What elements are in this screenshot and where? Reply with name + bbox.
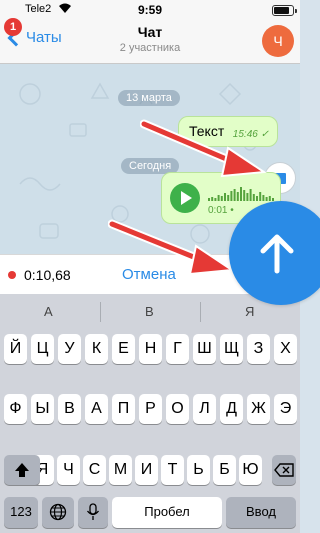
- key-7[interactable]: О: [166, 394, 189, 424]
- recording-timer: 0:10,68: [24, 267, 71, 283]
- shift-icon: [15, 463, 29, 477]
- key-3[interactable]: С: [83, 455, 106, 485]
- keyboard: А В Я ЙЦУКЕНГШЩЗХ ФЫВАПРОЛДЖЭ ЯЧСМИТЬБЮ …: [0, 294, 300, 533]
- arrow-up-icon: [260, 234, 294, 274]
- dictation-key[interactable]: [78, 497, 108, 528]
- key-5[interactable]: Е: [112, 334, 135, 364]
- shift-key[interactable]: [4, 455, 40, 485]
- key-5[interactable]: И: [135, 455, 158, 485]
- key-11[interactable]: Э: [274, 394, 297, 424]
- waveform-bar: [256, 196, 258, 201]
- chat-subtitle: 2 участника: [119, 42, 181, 54]
- globe-icon: [49, 503, 67, 521]
- key-1[interactable]: Ф: [4, 394, 27, 424]
- space-key[interactable]: Пробел: [112, 497, 222, 528]
- backspace-key[interactable]: [272, 455, 296, 485]
- unplayed-dot: •: [230, 205, 234, 216]
- unread-badge: 1: [4, 18, 22, 36]
- key-11[interactable]: Х: [274, 334, 297, 364]
- waveform-bar: [240, 187, 242, 201]
- key-10[interactable]: Ж: [247, 394, 270, 424]
- divider: [100, 302, 101, 322]
- key-2[interactable]: Ы: [31, 394, 54, 424]
- key-4[interactable]: А: [85, 394, 108, 424]
- waveform-bar: [220, 196, 223, 201]
- key-9[interactable]: Щ: [220, 334, 243, 364]
- key-9[interactable]: Д: [220, 394, 243, 424]
- waveform-bar: [268, 196, 271, 201]
- key-7[interactable]: Г: [166, 334, 189, 364]
- key-7[interactable]: Ь: [187, 455, 210, 485]
- key-5[interactable]: П: [112, 394, 135, 424]
- key-2[interactable]: Ч: [57, 455, 80, 485]
- key-10[interactable]: З: [247, 334, 270, 364]
- waveform-bar: [252, 194, 255, 201]
- waveform: [208, 187, 274, 201]
- waveform-bar: [230, 191, 233, 201]
- waveform-bar: [208, 198, 210, 201]
- key-4[interactable]: К: [85, 334, 108, 364]
- key-9[interactable]: Ю: [239, 455, 262, 485]
- avatar[interactable]: Ч: [262, 25, 294, 57]
- key-6[interactable]: Р: [139, 394, 162, 424]
- waveform-bar: [233, 189, 236, 201]
- divider: [200, 302, 201, 322]
- suggestion-bar: А В Я: [0, 294, 300, 330]
- waveform-bar: [227, 195, 230, 201]
- recording-indicator-icon: [8, 271, 16, 279]
- waveform-bar: [246, 193, 249, 201]
- voice-duration: 0:01 •: [208, 205, 234, 216]
- globe-key[interactable]: [42, 497, 74, 528]
- waveform-bar: [259, 192, 262, 201]
- microphone-icon: [86, 503, 100, 520]
- clock: 9:59: [137, 3, 163, 17]
- annotation-arrow-stop: [140, 119, 267, 178]
- date-separator: 13 марта: [118, 90, 180, 106]
- waveform-bar: [224, 193, 226, 201]
- key-3[interactable]: В: [58, 394, 81, 424]
- chat-title[interactable]: Чат: [0, 24, 300, 40]
- key-8[interactable]: Б: [213, 455, 236, 485]
- suggestion-2[interactable]: В: [145, 304, 154, 319]
- key-2[interactable]: Ц: [31, 334, 54, 364]
- key-8[interactable]: Ш: [193, 334, 216, 364]
- suggestion-1[interactable]: А: [44, 304, 53, 319]
- key-4[interactable]: М: [109, 455, 132, 485]
- waveform-bar: [217, 195, 220, 201]
- waveform-bar: [265, 197, 268, 201]
- annotation-arrow-send: [108, 219, 235, 276]
- play-button[interactable]: [170, 183, 200, 213]
- waveform-bar: [214, 198, 217, 201]
- waveform-bar: [262, 195, 265, 201]
- battery-level: [274, 7, 290, 14]
- key-6[interactable]: Т: [161, 455, 184, 485]
- battery-icon: [272, 5, 297, 16]
- key-6[interactable]: Н: [139, 334, 162, 364]
- key-3[interactable]: У: [58, 334, 81, 364]
- numbers-key[interactable]: 123: [4, 497, 38, 528]
- chat-header: Чаты 1 Чат 2 участника Ч: [0, 18, 300, 64]
- key-1[interactable]: Й: [4, 334, 27, 364]
- backspace-icon: [274, 463, 294, 477]
- enter-key[interactable]: Ввод: [226, 497, 296, 528]
- key-8[interactable]: Л: [193, 394, 216, 424]
- waveform-bar: [211, 197, 214, 201]
- waveform-bar: [236, 192, 239, 201]
- waveform-bar: [243, 190, 246, 201]
- status-bar: Tele2 9:59: [0, 0, 300, 20]
- waveform-bar: [249, 189, 252, 201]
- suggestion-3[interactable]: Я: [245, 304, 254, 319]
